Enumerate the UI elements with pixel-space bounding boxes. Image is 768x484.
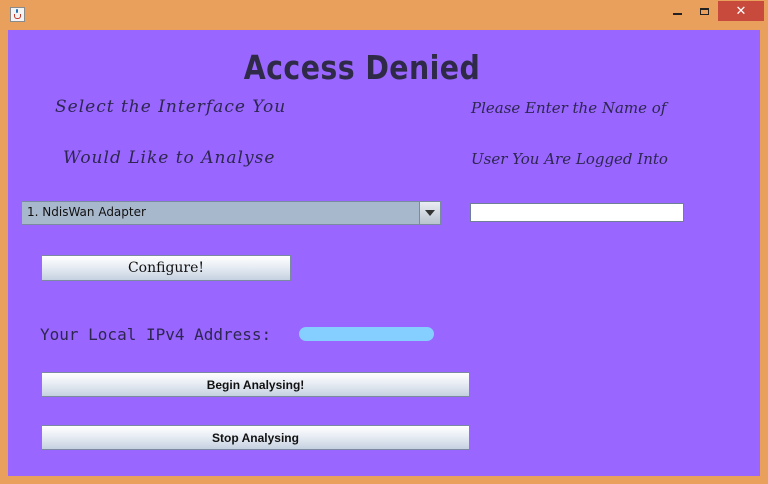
chevron-down-icon (425, 210, 435, 216)
minimize-icon (672, 13, 682, 15)
interface-label-line1: Select the Interface You (55, 97, 287, 117)
stop-analysing-button[interactable]: Stop Analysing (41, 425, 470, 450)
ip-address-redacted (299, 327, 434, 341)
page-title: Access Denied (243, 48, 481, 87)
configure-button[interactable]: Configure! (41, 255, 291, 281)
main-panel: Access Denied Select the Interface You W… (8, 30, 760, 476)
close-button[interactable]: ✕ (718, 1, 764, 21)
close-icon: ✕ (735, 3, 747, 19)
maximize-button[interactable] (691, 1, 717, 21)
user-label-line2: User You Are Logged Into (471, 150, 668, 168)
java-cup-icon[interactable] (10, 7, 25, 22)
interface-select-value: 1. NdisWan Adapter (27, 205, 146, 219)
interface-select[interactable]: 1. NdisWan Adapter (21, 201, 441, 225)
dropdown-arrow-button[interactable] (419, 202, 440, 224)
interface-label-line2: Would Like to Analyse (63, 148, 276, 168)
minimize-button[interactable] (664, 1, 690, 21)
user-name-field[interactable] (470, 203, 684, 222)
user-label-line1: Please Enter the Name of (471, 99, 667, 117)
title-bar[interactable]: ✕ (0, 0, 768, 30)
ip-address-label: Your Local IPv4 Address: (40, 325, 272, 344)
maximize-icon (699, 7, 709, 15)
begin-analysing-button[interactable]: Begin Analysing! (41, 372, 470, 397)
